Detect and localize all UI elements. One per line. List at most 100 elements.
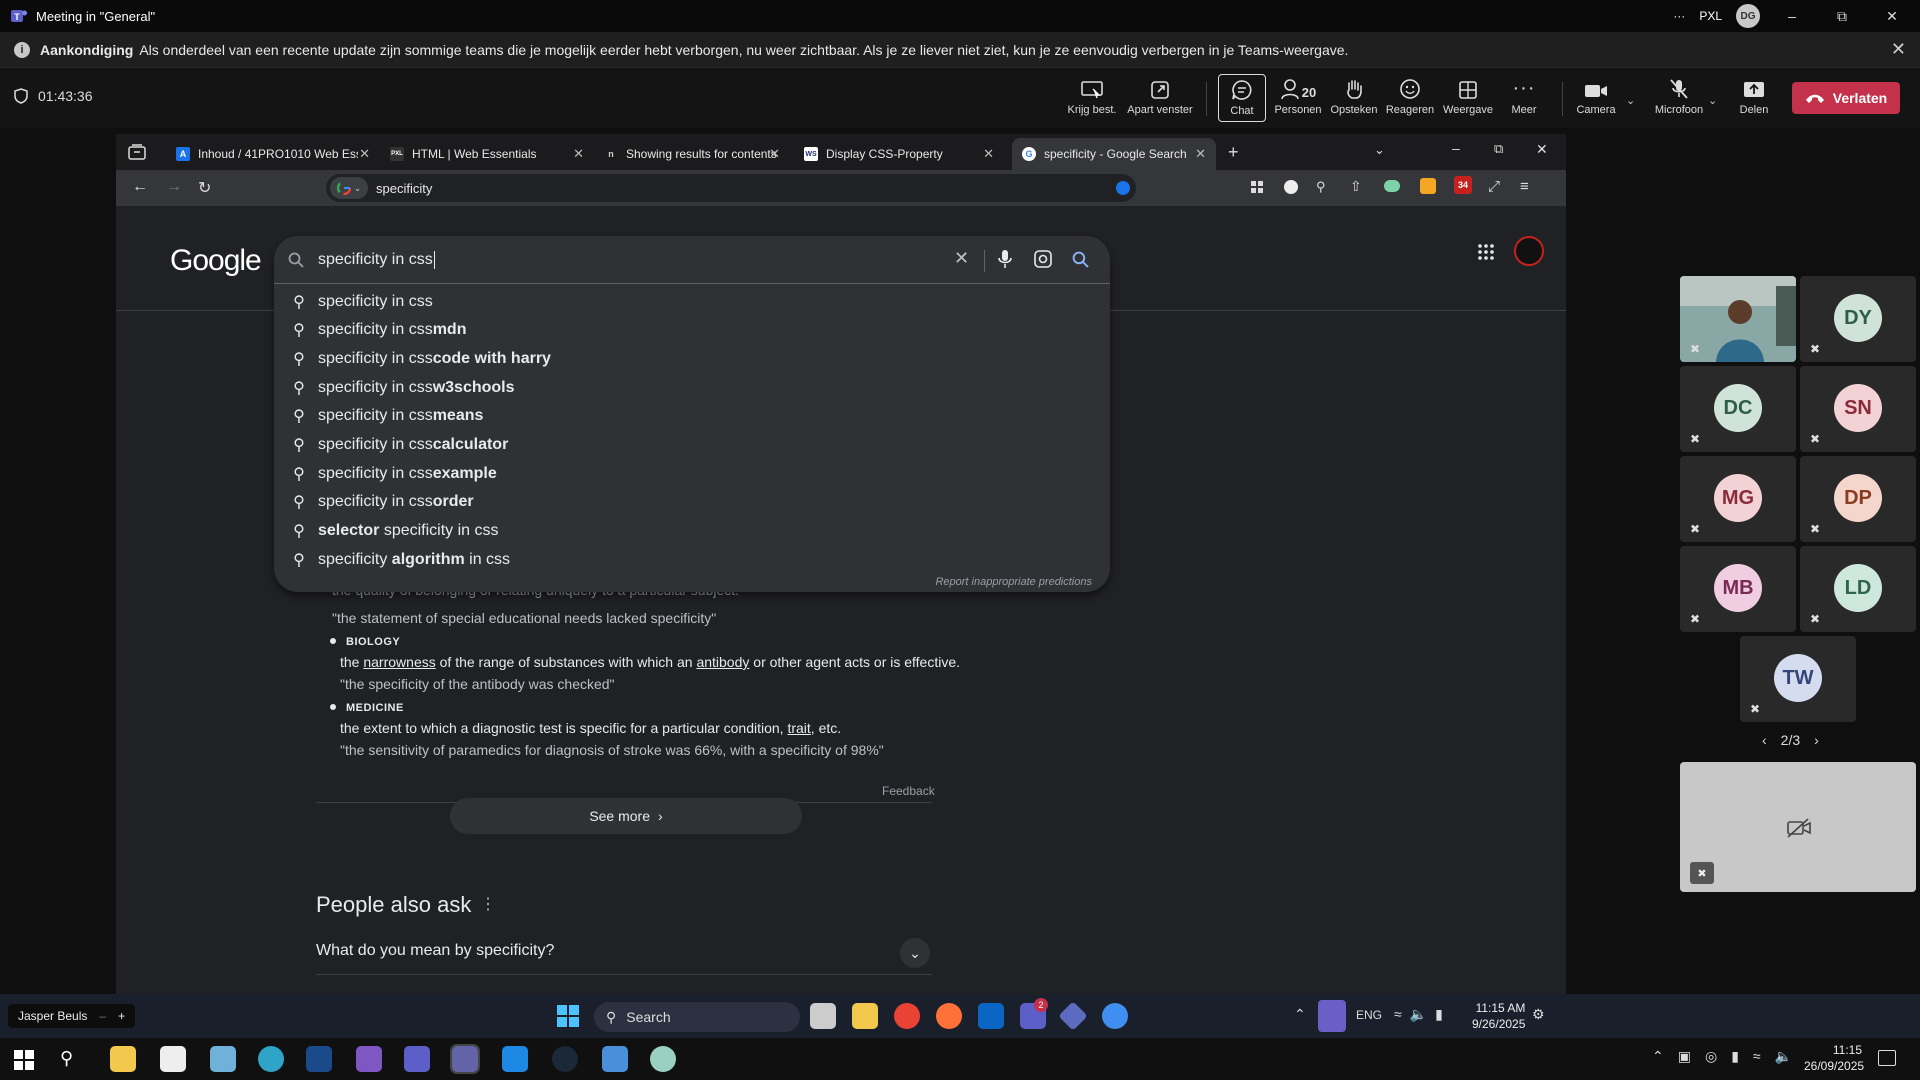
popout-button[interactable]: Apart venster: [1124, 74, 1196, 122]
camera-button[interactable]: Camera: [1568, 74, 1624, 122]
suggestion-item[interactable]: ⚲ specificity in css example: [274, 460, 1110, 488]
participant-tile[interactable]: LD ✖: [1800, 546, 1916, 632]
steam-icon[interactable]: [552, 1046, 578, 1072]
browser-minimize-icon[interactable]: –: [1452, 140, 1460, 156]
firefox-icon[interactable]: [936, 1003, 962, 1029]
trait-link[interactable]: trait: [787, 720, 810, 736]
ext-badge-icon[interactable]: 34: [1454, 176, 1472, 194]
participant-tile[interactable]: DP ✖: [1800, 456, 1916, 542]
clear-icon[interactable]: ✕: [954, 248, 969, 269]
webstorm-icon[interactable]: [306, 1046, 332, 1072]
tab-list-chevron-icon[interactable]: ⌄: [1374, 142, 1385, 158]
antibody-link[interactable]: antibody: [696, 654, 749, 670]
request-control-button[interactable]: Krijg best.: [1064, 74, 1120, 122]
participant-tile[interactable]: MG ✖: [1680, 456, 1796, 542]
app-icon[interactable]: [602, 1046, 628, 1072]
app-diamond-icon[interactable]: [1058, 1001, 1088, 1031]
ext-puzzle-icon[interactable]: ⇧: [1350, 178, 1362, 195]
participant-tile[interactable]: TW ✖: [1740, 636, 1856, 722]
back-icon[interactable]: ←: [132, 178, 148, 196]
leave-button[interactable]: Verlaten: [1792, 82, 1900, 114]
paa-question[interactable]: What do you mean by specificity?: [316, 942, 554, 960]
google-apps-icon[interactable]: [1478, 244, 1494, 260]
file-explorer-icon[interactable]: [110, 1046, 136, 1072]
ext-clock-icon[interactable]: [1284, 180, 1298, 194]
browser-tab[interactable]: WS Display CSS-Property ✕: [794, 138, 1004, 170]
language-indicator[interactable]: ENG: [1356, 1008, 1382, 1022]
close-window-icon[interactable]: ✕: [1874, 2, 1910, 30]
search-icon[interactable]: ⚲: [60, 1048, 73, 1069]
reload-icon[interactable]: ↻: [198, 178, 211, 198]
search-submit-icon[interactable]: [1072, 251, 1089, 268]
close-tab-icon[interactable]: ✕: [573, 146, 584, 162]
app-icon[interactable]: [650, 1046, 676, 1072]
chevron-up-icon[interactable]: ⌃: [1294, 1006, 1306, 1023]
browser-tab-active[interactable]: G specificity - Google Search ✕: [1012, 138, 1216, 170]
ext-glasses-icon[interactable]: [1384, 180, 1400, 192]
app-icon[interactable]: [502, 1046, 528, 1072]
participant-tile[interactable]: MB ✖: [1680, 546, 1796, 632]
teams-meeting-icon[interactable]: [450, 1044, 480, 1074]
translate-icon[interactable]: [1116, 181, 1130, 195]
expand-chevron-icon[interactable]: ⌄: [900, 938, 930, 968]
self-view-tile[interactable]: ✖: [1680, 762, 1916, 892]
menu-icon[interactable]: ≡: [1520, 178, 1529, 195]
ext-key-icon[interactable]: ⚲: [1316, 179, 1326, 195]
minimize-icon[interactable]: –: [1774, 2, 1810, 30]
see-more-button[interactable]: See more ›: [450, 798, 802, 834]
more-vert-icon[interactable]: ⋮: [480, 894, 496, 914]
browser-restore-icon[interactable]: ⧉: [1494, 141, 1503, 157]
task-view-icon[interactable]: [810, 1003, 836, 1029]
feedback-link[interactable]: Feedback: [882, 784, 935, 798]
suggestion-item[interactable]: ⚲ specificity in css calculator: [274, 431, 1110, 459]
tray-icons[interactable]: ≈ 🔈 ▮: [1394, 1006, 1443, 1023]
more-options-button[interactable]: ···: [1673, 9, 1685, 23]
fullscreen-icon[interactable]: ⤢: [1488, 178, 1500, 195]
add-icon[interactable]: +: [118, 1009, 125, 1023]
react-button[interactable]: Reageren: [1382, 74, 1438, 122]
teams-icon[interactable]: [404, 1046, 430, 1072]
address-bar[interactable]: ⌄ specificity: [326, 174, 1136, 202]
narrowness-link[interactable]: narrowness: [363, 654, 435, 670]
notification-center-icon[interactable]: [1878, 1050, 1896, 1066]
view-button[interactable]: Weergave: [1440, 74, 1496, 122]
browser-tab[interactable]: PXL HTML | Web Essentials ✕: [380, 138, 594, 170]
next-page-icon[interactable]: ›: [1814, 732, 1819, 748]
previous-page-icon[interactable]: ‹: [1762, 732, 1767, 748]
suggestion-item[interactable]: ⚲ specificity in css w3schools: [274, 374, 1110, 402]
remote-clock[interactable]: 11:15 AM 9/26/2025: [1472, 1000, 1525, 1032]
report-predictions-link[interactable]: Report inappropriate predictions: [935, 576, 1092, 588]
mic-tray-icon[interactable]: [1318, 1000, 1346, 1032]
search-input[interactable]: specificity in css ✕: [274, 236, 1110, 284]
file-explorer-icon[interactable]: [852, 1003, 878, 1029]
suggestion-item[interactable]: ⚲ specificity algorithm in css: [274, 546, 1110, 574]
more-button[interactable]: ··· Meer: [1496, 74, 1552, 122]
microphone-icon[interactable]: [998, 249, 1012, 269]
browser-tab[interactable]: A Inhoud / 41PRO1010 Web Esse ✕: [166, 138, 380, 170]
browser-close-icon[interactable]: ✕: [1536, 141, 1548, 158]
close-tab-icon[interactable]: ✕: [1195, 146, 1206, 162]
raise-hand-button[interactable]: Opsteken: [1326, 74, 1382, 122]
suggestion-item[interactable]: ⚲ specificity in css order: [274, 488, 1110, 516]
app-icon[interactable]: [210, 1046, 236, 1072]
notion-icon[interactable]: [160, 1046, 186, 1072]
camera-options-chevron-icon[interactable]: ⌄: [1626, 94, 1635, 107]
edge-icon[interactable]: [258, 1046, 284, 1072]
browser-tab[interactable]: n Showing results for contents of ✕: [594, 138, 790, 170]
chat-button[interactable]: Chat: [1218, 74, 1266, 122]
participant-tile[interactable]: DC ✖: [1680, 366, 1796, 452]
local-clock[interactable]: 11:15 26/09/2025: [1804, 1042, 1864, 1074]
suggestion-item[interactable]: ⚲ specificity in css mdn: [274, 316, 1110, 344]
forward-icon[interactable]: →: [166, 178, 182, 196]
taskbar-search[interactable]: ⚲ Search: [594, 1002, 800, 1032]
mic-options-chevron-icon[interactable]: ⌄: [1708, 94, 1717, 107]
suggestion-item[interactable]: ⚲ specificity in css: [274, 288, 1110, 316]
microphone-button[interactable]: Microfoon: [1648, 74, 1710, 122]
ext-color-icon[interactable]: [1420, 178, 1436, 194]
participant-tile[interactable]: DY ✖: [1800, 276, 1916, 362]
suggestion-item[interactable]: ⚲ specificity in css means: [274, 402, 1110, 430]
user-avatar[interactable]: DG: [1736, 4, 1760, 28]
google-logo[interactable]: Google: [170, 244, 262, 278]
participant-tile[interactable]: SN ✖: [1800, 366, 1916, 452]
google-lens-icon[interactable]: [1034, 250, 1052, 268]
